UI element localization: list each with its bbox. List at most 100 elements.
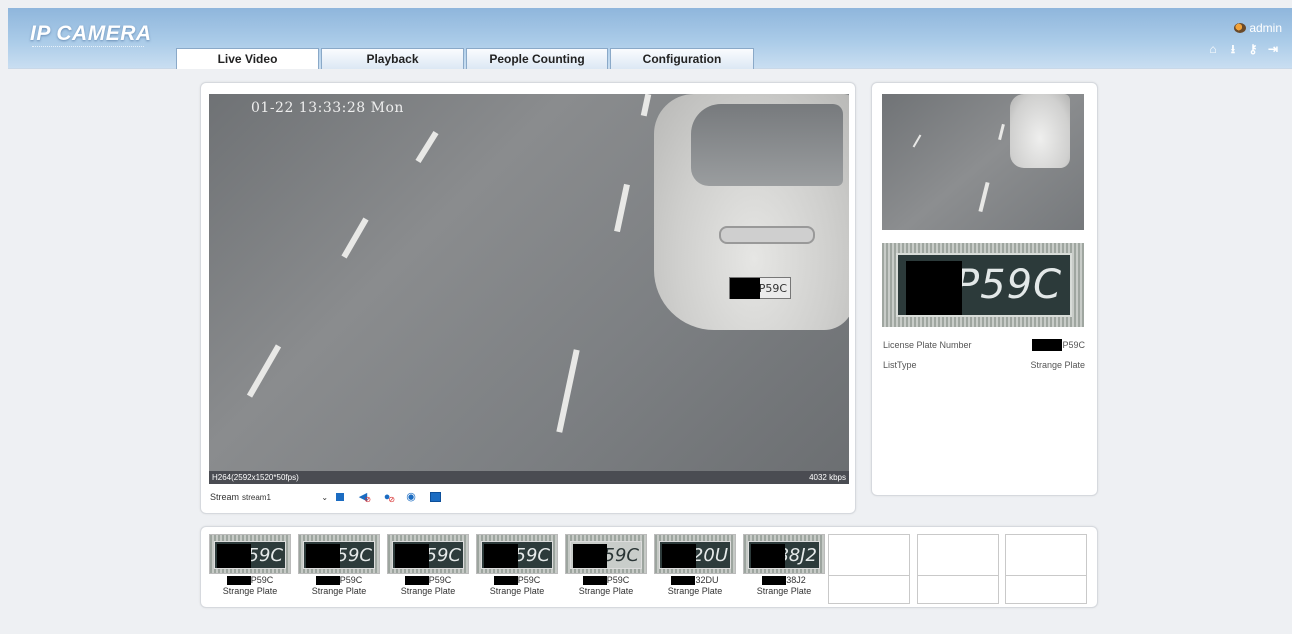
lane-marking [998, 123, 1005, 141]
talk-icon[interactable]: ● ⊘ [382, 492, 395, 505]
redaction-block [315, 575, 340, 585]
redaction-block [306, 544, 340, 568]
lane-marking [614, 183, 630, 233]
thumbnail-number: P59C [339, 575, 363, 585]
vehicle-windshield [691, 104, 843, 186]
redaction-block [762, 575, 787, 585]
stream-label: Stream [210, 492, 240, 502]
thumbnail-plate: P59C [481, 541, 553, 569]
thumbnail-number-wrap: 38J2 [743, 575, 825, 585]
thumbnail-image: 0P59C [565, 534, 647, 574]
thumbnail-image: P59C [387, 534, 469, 574]
capture-detail-panel: 0P59C License Plate Number P59C ListType… [871, 82, 1098, 496]
capture-thumbnail[interactable]: P59C P59C Strange Plate [476, 534, 558, 604]
codec-info: H264(2592x1520*50fps) [212, 473, 299, 482]
vehicle-plate-text: P59C [758, 281, 787, 295]
tab-people-counting[interactable]: People Counting [466, 48, 608, 69]
thumbnail-number: P59C [250, 575, 274, 585]
logout-icon[interactable]: ⇥ [1266, 41, 1280, 57]
thumbnail-image: P59C [298, 534, 380, 574]
list-type-row: ListType Strange Plate [883, 360, 1085, 370]
thumbnail-number: P59C [606, 575, 630, 585]
thumbnail-plate: P59C [392, 541, 464, 569]
thumbnail-number-wrap: P59C [298, 575, 380, 585]
lane-marking [640, 94, 652, 117]
thumbnail-type: Strange Plate [756, 586, 812, 596]
user-indicator[interactable]: admin [1234, 21, 1282, 35]
lane-marking [415, 130, 439, 164]
capture-scene-image[interactable] [882, 94, 1084, 230]
stop-icon[interactable] [336, 493, 345, 501]
video-control-bar: Stream stream1 ⌄ ◀ ⊘ ● ⊘ ◉ [210, 489, 442, 505]
capture-thumbnail[interactable]: P59C P59C Strange Plate [298, 534, 380, 604]
video-status-bar: H264(2592x1520*50fps) 4032 kbps [209, 471, 849, 484]
redaction-block [906, 261, 962, 315]
capture-plate-image[interactable]: 0P59C [882, 243, 1084, 327]
key-icon[interactable]: ⚷ [1246, 41, 1260, 57]
lane-marking [246, 344, 282, 398]
empty-thumbnail-slot [917, 534, 999, 604]
lane-marking [556, 349, 580, 433]
thumbnail-number-wrap: 32DU [654, 575, 736, 585]
chevron-down-icon: ⌄ [321, 492, 329, 502]
thumbnail-type: Strange Plate [578, 586, 634, 596]
thumbnail-number-wrap: P59C [387, 575, 469, 585]
thumbnail-type: Strange Plate [222, 586, 278, 596]
redaction-block [484, 544, 518, 568]
osd-timestamp: 01-22 13:33:28 Mon [251, 100, 404, 116]
lane-marking [912, 134, 922, 148]
live-video-view[interactable]: P59C 01-22 13:33:28 Mon [209, 94, 849, 471]
tab-playback[interactable]: Playback [321, 48, 464, 69]
capture-vehicle [1010, 94, 1070, 168]
stream-select[interactable]: stream1 ⌄ [242, 491, 332, 504]
license-plate-value-wrap: P59C [1032, 339, 1085, 351]
redaction-block [217, 544, 251, 568]
vehicle-grill [719, 226, 815, 244]
capture-history-strip: P59C P59C Strange Plate P59C P59C Strang… [200, 526, 1098, 608]
app-logo: IP CAMERA [30, 22, 152, 45]
thumbnail-plate: 0P59C [570, 541, 642, 569]
snapshot-icon[interactable]: ◉ [406, 492, 416, 503]
thumbnail-image: P59C [209, 534, 291, 574]
home-icon[interactable]: ⌂ [1206, 41, 1220, 57]
redaction-block [582, 575, 607, 585]
thumbnail-number: 38J2 [786, 575, 806, 585]
mute-icon[interactable]: ◀ ⊘ [358, 492, 371, 505]
redaction-block [662, 544, 696, 568]
capture-thumbnail[interactable]: 9320U 32DU Strange Plate [654, 534, 736, 604]
redaction-block [395, 544, 429, 568]
license-plate-label: License Plate Number [883, 340, 972, 350]
tab-live-video[interactable]: Live Video [176, 48, 319, 69]
thumbnail-plate: 288J2 [748, 541, 820, 569]
header-toolbar: ⌂ ⭳ ⚷ ⇥ [1206, 41, 1280, 57]
thumbnail-image: 9320U [654, 534, 736, 574]
download-icon[interactable]: ⭳ [1226, 41, 1240, 57]
redaction-block [751, 544, 785, 568]
thumbnail-image: 288J2 [743, 534, 825, 574]
tab-configuration[interactable]: Configuration [610, 48, 754, 69]
logo-underline [32, 46, 144, 49]
capture-thumbnail[interactable]: 0P59C P59C Strange Plate [565, 534, 647, 604]
user-icon [1234, 23, 1247, 33]
thumbnail-number-wrap: P59C [476, 575, 558, 585]
redaction-block [226, 575, 251, 585]
thumbnail-plate: P59C [214, 541, 286, 569]
empty-thumbnail-slot [828, 534, 910, 604]
capture-thumbnail[interactable]: P59C P59C Strange Plate [387, 534, 469, 604]
thumbnail-type: Strange Plate [489, 586, 545, 596]
list-type-value: Strange Plate [1030, 360, 1085, 370]
capture-thumbnail[interactable]: P59C P59C Strange Plate [209, 534, 291, 604]
thumbnail-number-wrap: P59C [209, 575, 291, 585]
stream-value: stream1 [242, 492, 271, 502]
fullscreen-icon[interactable] [430, 492, 442, 502]
thumbnail-number: P59C [517, 575, 541, 585]
thumbnail-number: 32DU [695, 575, 719, 585]
thumbnail-image: P59C [476, 534, 558, 574]
redaction-block [573, 544, 607, 568]
capture-thumbnail[interactable]: 288J2 38J2 Strange Plate [743, 534, 825, 604]
empty-thumbnail-slot [1005, 534, 1087, 604]
thumbnail-number: P59C [428, 575, 452, 585]
redaction-block [404, 575, 429, 585]
redaction-block [493, 575, 518, 585]
lane-marking [341, 217, 369, 259]
